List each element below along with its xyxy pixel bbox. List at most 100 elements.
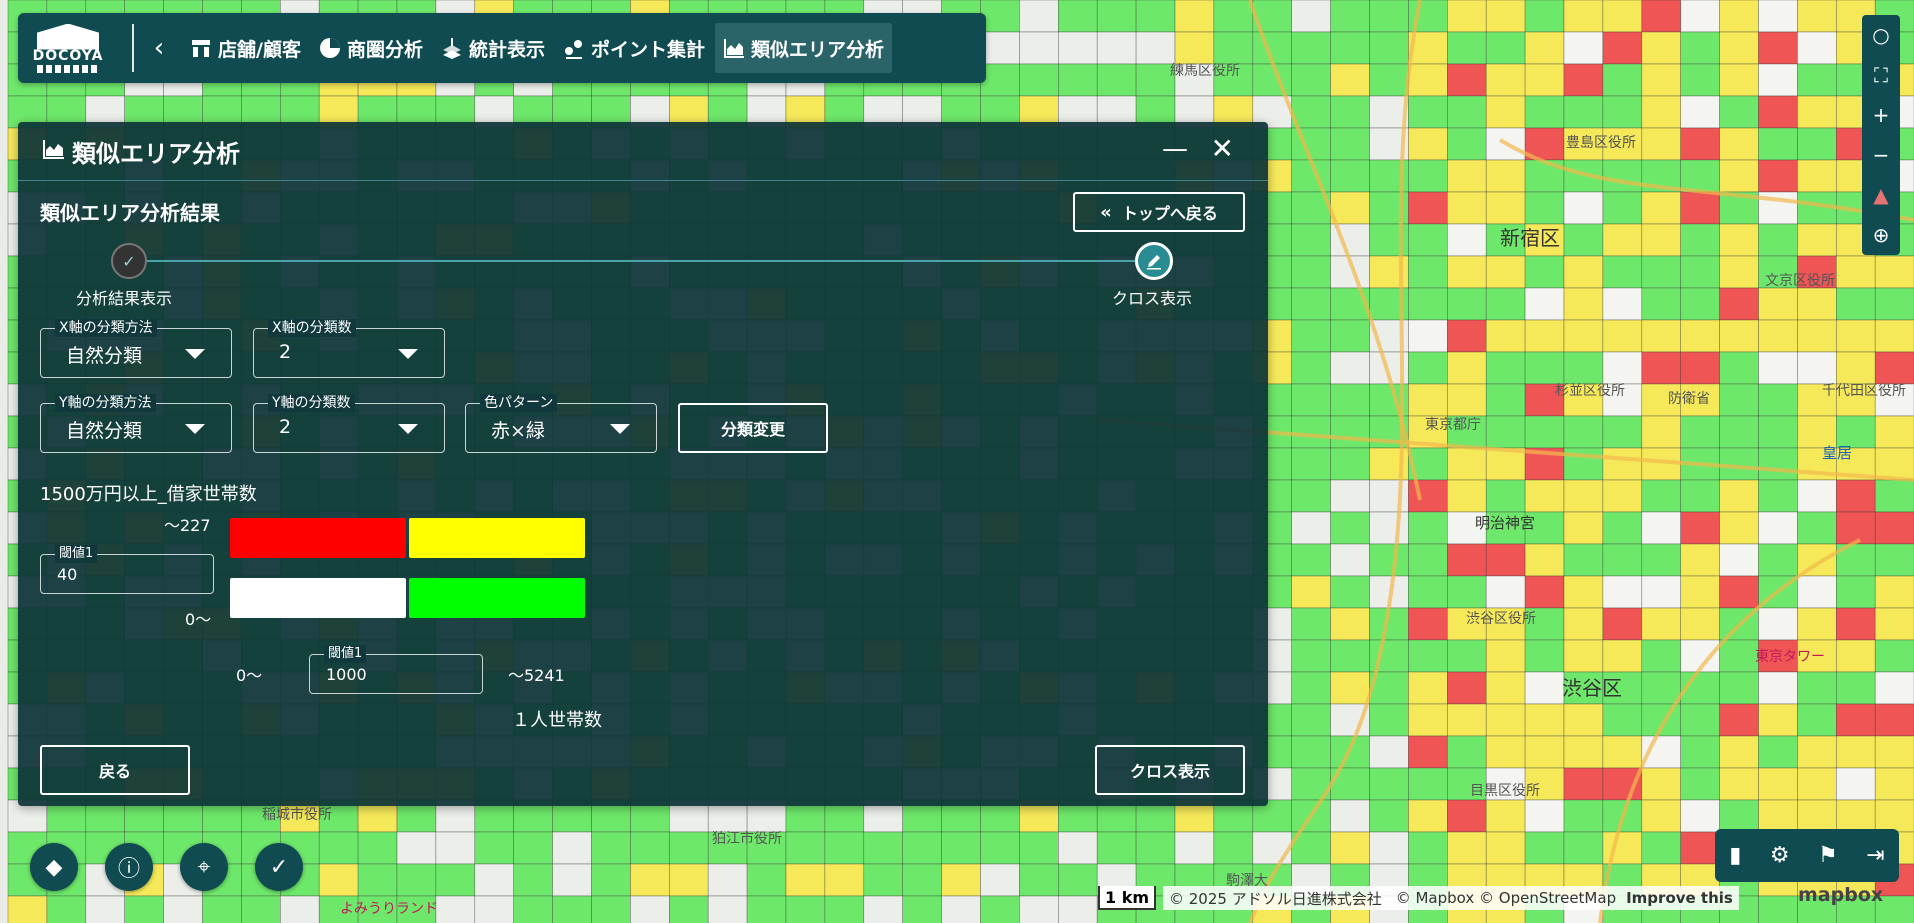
map-grid-cell [1836, 607, 1876, 641]
map-grid-cell [1563, 223, 1604, 257]
search-icon[interactable]: ○ [1862, 15, 1900, 55]
fullscreen-icon[interactable]: ⛶ [1862, 55, 1900, 95]
locate-icon[interactable]: ⊕ [1862, 215, 1900, 255]
close-icon[interactable]: ✕ [1211, 132, 1234, 165]
map-grid-cell [513, 863, 553, 897]
layers-icon[interactable]: ◆ [30, 843, 78, 891]
map-grid-cell [1563, 639, 1604, 673]
map-grid-cell [1096, 63, 1137, 97]
map-grid-cell [1330, 415, 1370, 449]
map-grid-cell [1641, 543, 1682, 577]
y-axis-title: 1500万円以上_借家世帯数 [40, 484, 257, 505]
nav-similar-area[interactable]: 類似エリア分析 [715, 23, 893, 73]
nav-point[interactable]: ポイント集計 [555, 23, 713, 73]
chevron-left-icon[interactable]: ‹ [144, 33, 174, 63]
map-grid-cell [1641, 95, 1682, 129]
map-scale: 1 km [1098, 886, 1156, 910]
edit-icon[interactable] [1135, 242, 1173, 280]
map-grid-cell [1797, 95, 1837, 129]
map-grid-cell [1797, 319, 1837, 353]
double-chevron-left-icon: « [1100, 201, 1112, 223]
nav-statistics[interactable]: 統計表示 [433, 23, 553, 73]
x-threshold-input[interactable]: 閾値1 1000 [309, 645, 483, 694]
map-grid-cell [1408, 511, 1448, 545]
gear-icon[interactable]: ⚙ [1770, 843, 1790, 868]
map-grid-cell [1563, 255, 1604, 289]
map-grid-cell [1485, 287, 1526, 321]
back-to-top-button[interactable]: « トップへ戻る [1073, 192, 1245, 232]
map-grid-cell [1836, 255, 1876, 289]
nav-similar-label: 類似エリア分析 [751, 38, 885, 61]
map-grid-cell [1797, 511, 1837, 545]
y-count-select[interactable]: Y軸の分類数 2 [253, 394, 445, 453]
location-pin-icon[interactable]: ⌖ [180, 843, 228, 891]
map-grid-cell [1874, 319, 1914, 353]
check-add-icon[interactable]: ✓ [255, 843, 303, 891]
y-threshold-input[interactable]: 閾値1 40 [40, 545, 214, 594]
map-grid-cell [1641, 415, 1682, 449]
map-grid-cell [1719, 767, 1759, 801]
y-method-select[interactable]: Y軸の分類方法 自然分類 [40, 394, 232, 453]
y-max-label: ～227 [164, 516, 211, 535]
cross-display-button[interactable]: クロス表示 [1095, 745, 1245, 795]
nav-trade-area[interactable]: 商圏分析 [311, 23, 431, 73]
minimize-icon[interactable]: — [1162, 134, 1188, 164]
map-grid-cell [1563, 95, 1604, 129]
store-icon [190, 37, 212, 59]
docoya-logo[interactable]: DOCOYA [18, 13, 118, 83]
map-grid-cell [1602, 319, 1643, 353]
logout-icon[interactable]: ⇥ [1866, 843, 1884, 868]
map-grid-cell [1408, 95, 1448, 129]
improve-link[interactable]: Improve this [1626, 889, 1733, 907]
map-grid-cell [1758, 735, 1798, 769]
map-grid-cell [1447, 63, 1487, 97]
compass-icon[interactable]: ▲ [1862, 175, 1900, 215]
map-grid-cell [1174, 0, 1215, 33]
map-grid-cell [1563, 511, 1604, 545]
map-grid-cell [1369, 703, 1409, 737]
map-grid-cell [1874, 767, 1914, 801]
map-grid-cell [1291, 127, 1331, 161]
map-grid-cell [1524, 63, 1565, 97]
x-method-label: X軸の分類方法 [55, 319, 157, 337]
map-grid-cell [1680, 159, 1720, 193]
map-grid-cell [1330, 127, 1370, 161]
info-search-icon[interactable]: ⓘ [105, 843, 153, 891]
map-grid-cell [85, 895, 126, 923]
map-grid-cell [1291, 223, 1331, 257]
zoom-in-icon[interactable]: + [1862, 95, 1900, 135]
map-grid-cell [1680, 767, 1720, 801]
x-count-value: 2 [279, 341, 292, 363]
change-classification-button[interactable]: 分類変更 [678, 403, 828, 453]
map-grid-cell [1641, 0, 1682, 33]
map-grid-cell [1641, 671, 1682, 705]
y-count-label: Y軸の分類数 [268, 394, 355, 412]
map-grid-cell [1602, 543, 1643, 577]
book-icon[interactable]: ▮ [1729, 843, 1741, 868]
map-grid-cell [1408, 383, 1448, 417]
zoom-out-icon[interactable]: − [1862, 135, 1900, 175]
map-grid-cell [1602, 639, 1643, 673]
stats-icon [441, 37, 463, 59]
color-pattern-select[interactable]: 色パターン 赤×緑 [465, 394, 657, 453]
map-grid-cell [552, 863, 592, 897]
map-grid-cell [1641, 799, 1682, 833]
map-grid-cell [513, 831, 553, 865]
map-grid-cell [1641, 639, 1682, 673]
y-count-value: 2 [279, 416, 292, 438]
map-grid-cell [1758, 895, 1798, 923]
check-icon[interactable]: ✓ [111, 243, 147, 279]
x-count-select[interactable]: X軸の分類数 2 [253, 319, 445, 378]
caret-down-icon [398, 424, 418, 434]
map-grid-cell [1680, 223, 1720, 257]
x-method-select[interactable]: X軸の分類方法 自然分類 [40, 319, 232, 378]
back-label: 戻る [98, 762, 131, 781]
map-grid-cell [1524, 479, 1565, 513]
map-grid-cell [1563, 799, 1604, 833]
back-button[interactable]: 戻る [40, 745, 190, 795]
mapbox-osm-link[interactable]: © Mapbox © OpenStreetMap [1396, 889, 1616, 907]
map-grid-cell [1447, 95, 1487, 129]
nav-store-customer[interactable]: 店舗/顧客 [182, 23, 309, 73]
cross-display-label: クロス表示 [1129, 762, 1210, 781]
bookmark-icon[interactable]: ⚑ [1818, 843, 1838, 868]
